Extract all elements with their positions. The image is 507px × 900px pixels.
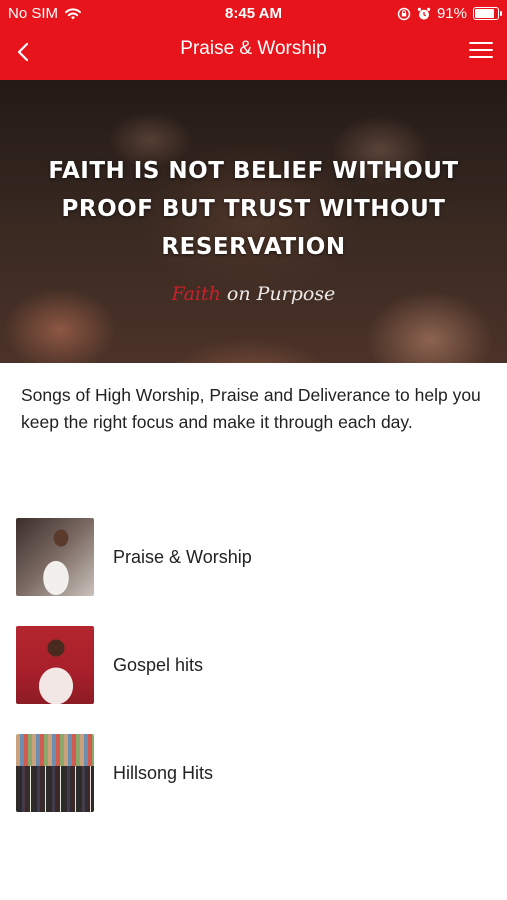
playlist-item-hillsong-hits[interactable]: Hillsong Hits [16,734,486,812]
battery-percent: 91% [436,5,467,22]
signature-part-2: on Purpose [220,283,336,305]
playlist-label: Praise & Worship [113,546,252,567]
playlist-item-gospel-hits[interactable]: Gospel hits [16,626,486,704]
battery-icon [473,7,502,20]
hero-banner: FAITH IS NOT BELIEF WITHOUT PROOF BUT TR… [0,80,507,363]
signature-part-1: Faith [171,283,221,305]
hero-signature: Faith on Purpose [0,283,507,305]
page-title: Praise & Worship [180,38,327,59]
playlist-item-praise-worship[interactable]: Praise & Worship [16,518,486,596]
hamburger-menu-icon[interactable] [467,38,495,62]
status-bar: No SIM 8:45 AM 91% [0,0,507,28]
chevron-left-icon[interactable] [10,38,38,66]
alarm-icon [417,7,431,20]
status-right: 91% [397,5,502,22]
playlist-thumbnail [16,734,94,812]
playlist-label: Gospel hits [113,654,204,675]
intro-description: Songs of High Worship, Praise and Delive… [21,385,481,432]
playlist-thumbnail [16,626,94,704]
playlist-label: Hillsong Hits [113,762,214,783]
playlist-thumbnail [16,518,94,596]
hero-quote: FAITH IS NOT BELIEF WITHOUT PROOF BUT TR… [48,158,459,260]
battery-level-fill [475,9,494,18]
orientation-lock-icon [397,7,411,20]
nav-bar: Praise & Worship [0,28,507,80]
